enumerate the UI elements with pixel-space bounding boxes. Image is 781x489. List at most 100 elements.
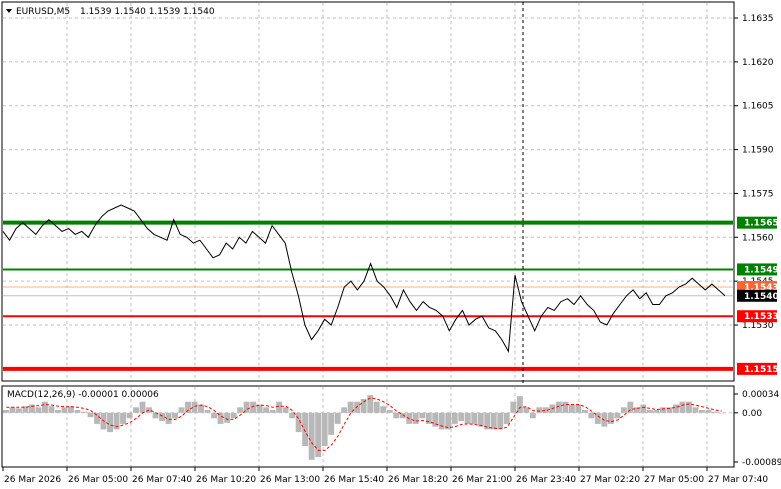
macd-bar [276,401,283,413]
macd-bar [341,407,348,413]
macd-bar [204,410,211,413]
macd-bar [673,404,679,413]
macd-bar [81,411,87,413]
macd-bar [562,401,569,413]
macd-bar [640,404,647,413]
macd-bar [568,404,575,413]
time-tick-label: 27 Mar 02:20 [580,475,640,485]
macd-bar [529,412,536,419]
macd-bar [412,412,419,424]
macd-bar [211,412,217,419]
time-tick-label: 26 Mar 23:40 [516,475,576,485]
macd-label: MACD(12,26,9) -0.00001 0.00006 [7,390,159,400]
macd-tick-label: 0.00 [742,409,762,419]
time-tick-label: 26 Mar 15:40 [324,475,384,485]
time-tick-label: 26 Mar 05:00 [68,475,128,485]
macd-bar [490,412,497,430]
level-price-label: 1.1565 [744,219,779,229]
level-price-label: 1.1549 [744,265,779,275]
macd-bar [269,410,276,413]
macd-bar [464,412,471,424]
macd-bar [451,412,458,424]
level-price-label: 1.1515 [744,365,779,375]
macd-bar [126,412,133,419]
macd-bar [328,412,335,435]
macd-bar [16,408,22,413]
macd-bar [386,410,393,413]
macd-bar [373,401,380,413]
macd-bar [302,412,309,446]
price-tick-label: 1.1530 [742,321,774,331]
macd-bar [94,412,100,424]
macd-bar [230,412,237,419]
macd-bar [712,411,718,413]
time-tick-label: 26 Mar 10:20 [196,475,256,485]
macd-bar [516,396,523,413]
macd-bar [477,412,484,427]
macd-bar [588,412,595,419]
macd-bar [282,407,289,413]
time-tick-label: 26 Mar 07:40 [132,475,192,485]
macd-bar [705,410,712,413]
macd-bar [74,410,81,413]
macd-bar [185,401,191,413]
macd-bar [393,412,400,419]
price-panel[interactable] [1,1,735,382]
chart-frame: EURUSD,M5 1.1539 1.1540 1.1539 1.1540 MA… [1,1,781,485]
macd-bar [172,412,178,419]
ohlc-values: 1.1539 1.1540 1.1539 1.1540 [80,7,215,17]
macd-bar [718,412,725,414]
macd-bar [9,407,16,413]
macd-bar [497,412,504,430]
price-tick-label: 1.1575 [742,189,774,199]
macd-bar [646,410,653,413]
macd-bar [120,412,126,424]
macd-bar [308,412,315,460]
time-axis[interactable]: 26 Mar 2026 26 Mar 05:00 26 Mar 07:40 26 Ma… [2,467,768,485]
macd-bar [699,410,705,413]
macd-bar [3,410,9,413]
macd-bar [692,407,699,413]
time-tick-label: 27 Mar 07:40 [708,475,768,485]
price-tick-label: 1.1620 [742,58,774,68]
time-tick-label: 26 Mar 13:00 [260,475,320,485]
macd-bar [35,407,42,413]
macd-bar [510,401,517,413]
macd-bar [139,401,146,413]
macd-bar [686,401,692,413]
macd-bar [107,412,113,433]
time-tick-label: 26 Mar 21:00 [452,475,512,485]
macd-bar [321,412,328,446]
price-tick-label: 1.1590 [742,146,774,156]
level-price-label: 1.1533 [744,312,779,322]
macd-bar [237,407,244,413]
macd-bar [614,412,621,419]
macd-bar [61,407,68,413]
time-tick-label: 27 Mar 05:00 [644,475,704,485]
macd-bar [159,412,165,422]
macd-bar [458,412,465,422]
symbol-label: EURUSD,M5 [16,7,70,17]
macd-bar [536,407,543,413]
time-tick-label: 26 Mar 2026 [4,475,61,485]
macd-bar [438,412,445,430]
macd-bar [581,410,588,413]
macd-bar [607,412,614,424]
price-tick-label: 1.1605 [742,102,774,112]
macd-bar [380,406,387,413]
macd-axis[interactable]: 0.00034 0.00 -0.00089 [734,390,781,468]
macd-bar [224,412,231,423]
price-tick-label: 1.1635 [742,14,774,24]
macd-bar [419,412,426,419]
time-tick-label: 26 Mar 18:20 [388,475,448,485]
macd-tick-label: -0.00089 [742,458,781,468]
macd-bar [425,412,432,424]
macd-bar [178,407,185,413]
macd-bar [42,401,48,413]
macd-bar [198,404,204,413]
macd-bar [87,412,94,418]
macd-bar [133,407,139,413]
macd-bar [334,412,341,424]
macd-bar [48,406,55,413]
macd-bar [146,407,152,413]
